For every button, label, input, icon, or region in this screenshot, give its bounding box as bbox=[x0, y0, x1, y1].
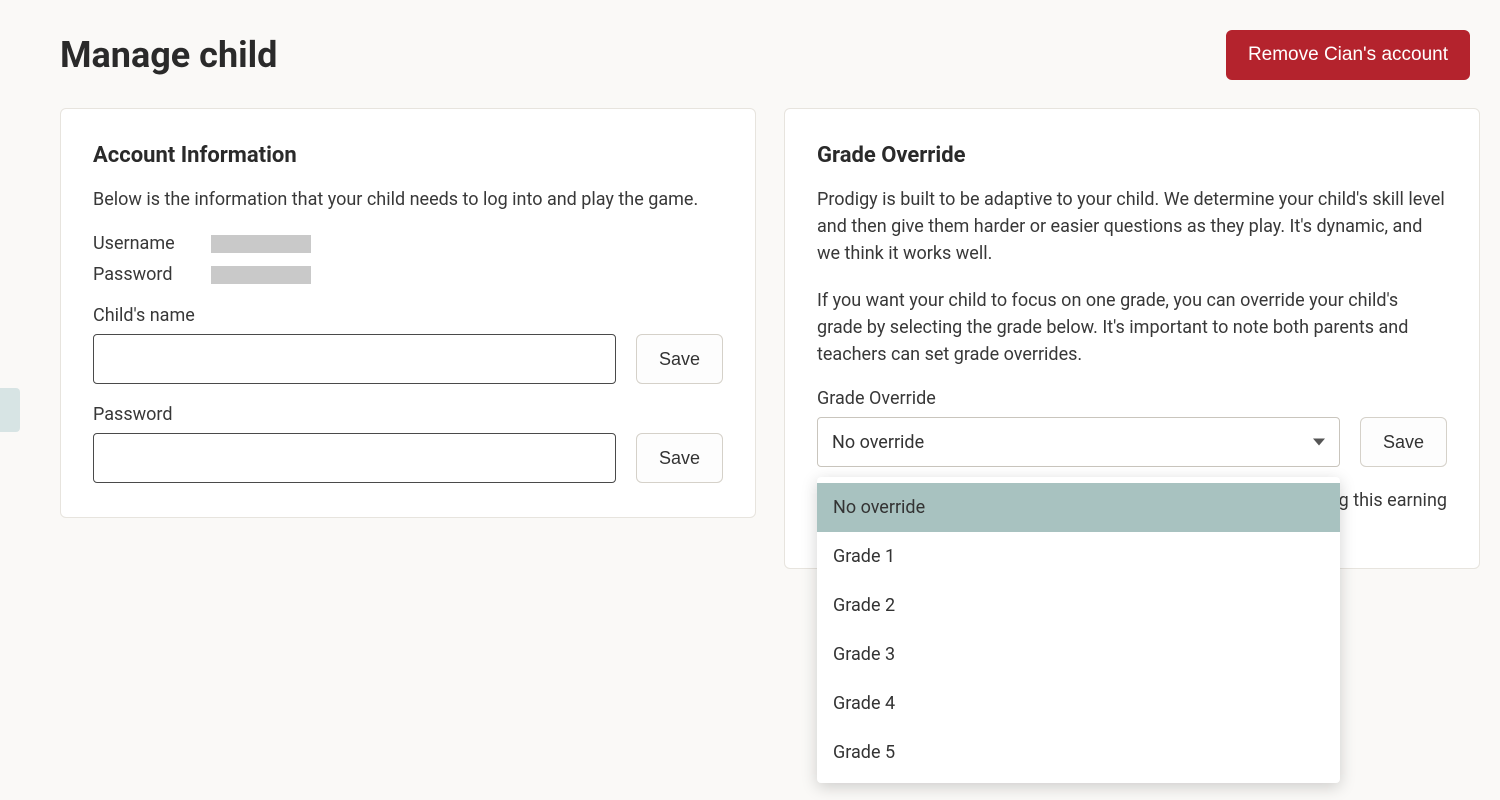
grade-override-heading: Grade Override bbox=[817, 143, 1447, 168]
chevron-down-icon bbox=[1313, 439, 1325, 446]
save-password-button[interactable]: Save bbox=[636, 433, 723, 483]
account-info-description: Below is the information that your child… bbox=[93, 186, 723, 213]
dropdown-option-grade-4[interactable]: Grade 4 bbox=[817, 679, 1340, 728]
grade-override-select-label: Grade Override bbox=[817, 388, 1447, 409]
grade-override-select[interactable]: No override bbox=[817, 417, 1340, 467]
grade-override-selected-value: No override bbox=[832, 432, 924, 453]
side-tab[interactable] bbox=[0, 388, 20, 432]
child-name-group: Child's name Save bbox=[93, 305, 723, 384]
grade-override-para2: If you want your child to focus on one g… bbox=[817, 287, 1447, 368]
content-columns: Account Information Below is the informa… bbox=[60, 108, 1480, 569]
remove-account-button[interactable]: Remove Cian's account bbox=[1226, 30, 1470, 80]
password-label: Password bbox=[93, 264, 211, 285]
page-title: Manage child bbox=[60, 34, 277, 76]
password-field-label: Password bbox=[93, 404, 723, 425]
password-row: Password bbox=[93, 264, 723, 285]
child-name-label: Child's name bbox=[93, 305, 723, 326]
grade-override-dropdown: No override Grade 1 Grade 2 Grade 3 Grad… bbox=[817, 477, 1340, 783]
username-label: Username bbox=[93, 233, 211, 254]
grade-override-card: Grade Override Prodigy is built to be ad… bbox=[784, 108, 1480, 569]
save-grade-override-button[interactable]: Save bbox=[1360, 417, 1447, 467]
save-child-name-button[interactable]: Save bbox=[636, 334, 723, 384]
username-row: Username bbox=[93, 233, 723, 254]
dropdown-option-grade-3[interactable]: Grade 3 bbox=[817, 630, 1340, 679]
dropdown-option-grade-5[interactable]: Grade 5 bbox=[817, 728, 1340, 777]
username-value-redacted bbox=[211, 235, 311, 253]
password-value-redacted bbox=[211, 266, 311, 284]
password-input[interactable] bbox=[93, 433, 616, 483]
password-field-group: Password Save bbox=[93, 404, 723, 483]
dropdown-option-grade-2[interactable]: Grade 2 bbox=[817, 581, 1340, 630]
dropdown-option-grade-1[interactable]: Grade 1 bbox=[817, 532, 1340, 581]
child-name-input[interactable] bbox=[93, 334, 616, 384]
page-header: Manage child Remove Cian's account bbox=[60, 30, 1480, 80]
account-info-heading: Account Information bbox=[93, 143, 723, 168]
account-information-card: Account Information Below is the informa… bbox=[60, 108, 756, 518]
dropdown-option-no-override[interactable]: No override bbox=[817, 483, 1340, 532]
grade-override-para1: Prodigy is built to be adaptive to your … bbox=[817, 186, 1447, 267]
